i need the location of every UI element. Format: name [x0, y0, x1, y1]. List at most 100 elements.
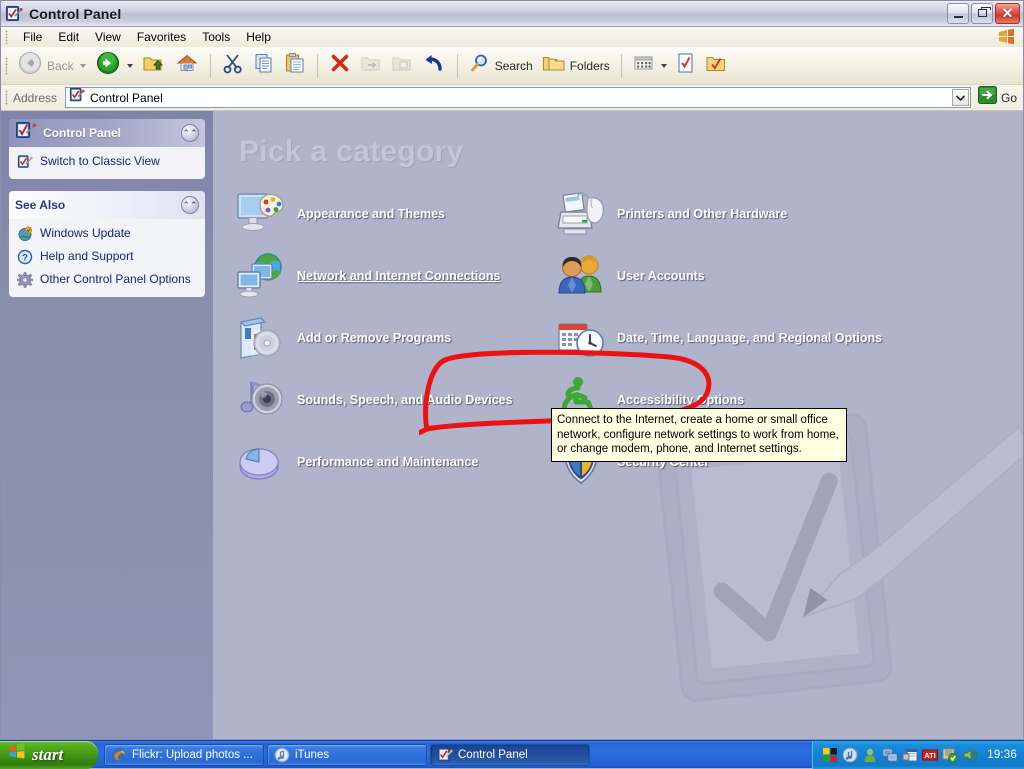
user-tray-icon[interactable] [862, 747, 878, 763]
delete-button[interactable] [325, 50, 355, 82]
category-tooltip: Connect to the Internet, create a home o… [551, 408, 847, 462]
start-label: start [32, 745, 63, 765]
category-label: Performance and Maintenance [297, 455, 478, 469]
search-button[interactable]: Search [465, 50, 537, 82]
taskbar-item-control-panel[interactable]: Control Panel [430, 744, 590, 766]
network-tray-icon[interactable] [882, 747, 898, 763]
sidebar-item-other-control-panel-options[interactable]: Other Control Panel Options [17, 272, 199, 288]
menu-view[interactable]: View [87, 28, 129, 46]
sidebar-item-windows-update[interactable]: Windows Update [17, 226, 199, 242]
forward-button[interactable] [91, 50, 137, 82]
go-button[interactable]: Go [975, 85, 1023, 110]
ati-tray-icon[interactable]: ATI [922, 747, 938, 763]
checklist-document-button[interactable] [672, 50, 700, 82]
toolbar-separator [210, 54, 211, 78]
search-label: Search [495, 59, 533, 73]
forward-chevron-down-icon[interactable] [127, 64, 133, 68]
sidebar-panel-header[interactable]: Control Panel ⌃⌃ [9, 119, 205, 147]
back-label: Back [47, 59, 74, 73]
taskbar-item-label: Control Panel [458, 749, 528, 761]
control-panel-icon [5, 5, 23, 23]
address-grip[interactable] [5, 90, 8, 106]
see-also-header[interactable]: See Also ⌃⌃ [9, 191, 205, 219]
taskbar-item-flickr[interactable]: Flickr: Upload photos ... [104, 744, 264, 766]
category-printers-and-other-hardware[interactable]: Printers and Other Hardware [555, 183, 955, 245]
sidebar-item-help-and-support[interactable]: ? Help and Support [17, 249, 199, 265]
sidebar-item-label: Help and Support [40, 249, 133, 263]
sidebar-panel-see-also: See Also ⌃⌃ [9, 191, 205, 297]
control-panel-icon [15, 121, 37, 146]
start-button[interactable]: start [0, 741, 98, 769]
see-also-title: See Also [15, 198, 65, 212]
add-remove-programs-icon [235, 312, 287, 364]
color-squares-icon[interactable] [822, 747, 838, 763]
move-to-button[interactable] [356, 50, 386, 82]
copy-button[interactable] [249, 50, 279, 82]
minimize-button[interactable] [947, 3, 969, 24]
firefox-icon [111, 747, 127, 763]
classic-view-icon [17, 154, 33, 170]
undo-icon [422, 51, 446, 80]
folders-icon [542, 52, 566, 79]
cut-button[interactable] [218, 50, 248, 82]
views-button[interactable] [629, 50, 671, 82]
sidebar-item-switch-to-classic-view[interactable]: Switch to Classic View [17, 154, 199, 170]
window-body: Control Panel ⌃⌃ [1, 111, 1023, 739]
menu-help[interactable]: Help [238, 28, 279, 46]
back-chevron-down-icon[interactable] [80, 64, 86, 68]
itunes-icon [274, 747, 290, 763]
home-icon [175, 51, 199, 80]
menu-edit[interactable]: Edit [50, 28, 87, 46]
menu-grip[interactable] [5, 30, 8, 44]
itunes-tray-icon[interactable] [842, 747, 858, 763]
window-controls: ✕ [947, 3, 1020, 24]
close-button[interactable]: ✕ [995, 3, 1020, 24]
security-tray-icon[interactable] [902, 747, 918, 763]
address-input[interactable]: Control Panel [65, 87, 971, 108]
delete-x-icon [329, 52, 351, 79]
menu-favorites[interactable]: Favorites [129, 28, 194, 46]
move-to-folder-icon [360, 52, 382, 79]
sidebar-item-label: Switch to Classic View [40, 154, 160, 168]
volume-tray-icon[interactable] [962, 747, 978, 763]
chevron-down-icon[interactable] [952, 89, 969, 106]
toolbar-separator-4 [621, 54, 622, 78]
sidebar-panel-title: Control Panel [43, 126, 121, 140]
sounds-audio-icon [235, 374, 287, 426]
menu-file[interactable]: File [15, 28, 50, 46]
undo-button[interactable] [418, 50, 450, 82]
up-button[interactable] [138, 50, 170, 82]
chevron-up-icon[interactable]: ⌃⌃ [181, 124, 199, 142]
svg-text:ATI: ATI [924, 751, 936, 760]
category-date-time-language-and-regional-options[interactable]: Date, Time, Language, and Regional Optio… [555, 307, 1015, 369]
copy-to-button[interactable] [387, 50, 417, 82]
home-button[interactable] [171, 50, 203, 82]
views-icon [633, 53, 655, 78]
user-accounts-icon [555, 250, 607, 302]
checklist-folder-button[interactable] [701, 50, 731, 82]
taskbar-item-label: Flickr: Upload photos ... [132, 749, 253, 761]
title-bar: Control Panel ✕ [1, 1, 1023, 27]
menu-tools[interactable]: Tools [194, 28, 238, 46]
windows-update-icon [17, 226, 33, 242]
folders-button[interactable]: Folders [538, 50, 614, 82]
taskbar-item-itunes[interactable]: iTunes [267, 744, 427, 766]
restore-button[interactable] [971, 3, 993, 24]
taskbar: start Flickr: Upload photos ... [0, 740, 1024, 768]
update-check-tray-icon[interactable] [942, 747, 958, 763]
paste-button[interactable] [280, 50, 310, 82]
category-user-accounts[interactable]: User Accounts [555, 245, 955, 307]
category-label: Appearance and Themes [297, 207, 445, 221]
toolbar-grip[interactable] [5, 57, 8, 75]
svg-text:?: ? [22, 253, 28, 264]
back-button[interactable]: Back [13, 50, 90, 82]
chevron-up-icon[interactable]: ⌃⌃ [181, 196, 199, 214]
views-chevron-down-icon[interactable] [661, 64, 667, 68]
system-tray: ATI 19:36 [812, 741, 1024, 769]
taskbar-buttons: Flickr: Upload photos ... iTunes [98, 744, 812, 766]
taskbar-clock[interactable]: 19:36 [987, 749, 1017, 761]
content-area: Pick a category [213, 111, 1023, 739]
up-folder-icon [142, 51, 166, 80]
category-label: User Accounts [617, 269, 705, 283]
back-arrow-icon [17, 50, 43, 81]
